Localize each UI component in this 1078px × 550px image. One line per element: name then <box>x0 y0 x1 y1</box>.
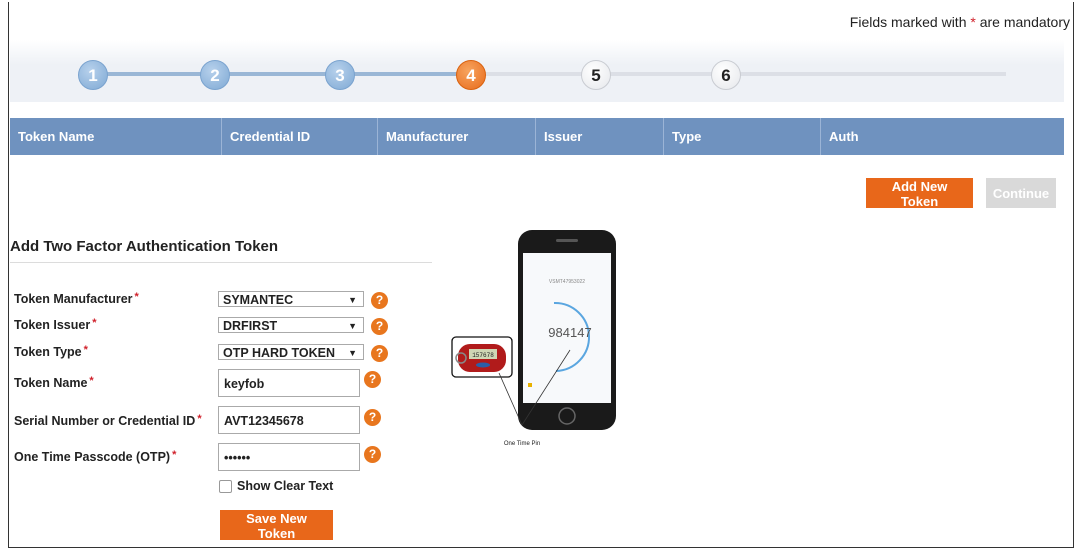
help-icon[interactable]: ? <box>371 345 388 362</box>
token-manufacturer-label-text: Token Manufacturer <box>14 292 133 306</box>
help-icon[interactable]: ? <box>364 409 381 426</box>
wizard-step-5: 5 <box>581 60 611 90</box>
one-time-pin-caption: One Time Pin <box>504 441 540 447</box>
serial-number-label-text: Serial Number or Credential ID <box>14 414 196 428</box>
form-title-divider <box>10 262 432 263</box>
help-icon[interactable]: ? <box>364 446 381 463</box>
dropdown-arrow-icon: ▼ <box>348 295 357 305</box>
show-clear-text-label[interactable]: Show Clear Text <box>237 479 333 493</box>
phone-credential-id: VSMT47953022 <box>549 279 585 285</box>
token-type-select[interactable]: OTP HARD TOKEN ▼ <box>218 344 364 360</box>
column-auth[interactable]: Auth <box>821 118 1064 155</box>
otp-password-input[interactable]: •••••• <box>218 443 360 471</box>
required-marker: * <box>172 449 177 461</box>
wizard-step-1[interactable]: 1 <box>78 60 108 90</box>
token-type-value: OTP HARD TOKEN <box>223 346 336 360</box>
add-new-token-button[interactable]: Add New Token <box>866 178 973 209</box>
wizard-progress-completed <box>80 72 460 76</box>
required-marker: * <box>89 375 94 387</box>
mandatory-note-suffix: are mandatory <box>979 14 1070 30</box>
column-type[interactable]: Type <box>664 118 821 155</box>
continue-button[interactable]: Continue <box>986 178 1056 208</box>
help-icon[interactable]: ? <box>364 371 381 388</box>
keyfob-otp-code: 157678 <box>472 352 494 359</box>
otp-label: One Time Passcode (OTP) * <box>14 449 177 464</box>
token-manufacturer-value: SYMANTEC <box>223 293 294 307</box>
token-type-label-text: Token Type <box>14 345 82 359</box>
column-token-name[interactable]: Token Name <box>10 118 222 155</box>
otp-token-illustration: VSMT47953022 984147 157678 One Time Pin <box>451 230 616 447</box>
mandatory-star: * <box>970 14 976 30</box>
token-manufacturer-label: Token Manufacturer * <box>14 291 139 306</box>
token-name-label: Token Name * <box>14 375 94 390</box>
token-issuer-label: Token Issuer * <box>14 317 97 332</box>
required-marker: * <box>134 291 139 303</box>
token-type-label: Token Type * <box>14 344 88 359</box>
token-issuer-select[interactable]: DRFIRST ▼ <box>218 317 364 333</box>
required-marker: * <box>197 413 202 425</box>
save-new-token-button[interactable]: Save New Token <box>220 510 333 541</box>
column-manufacturer[interactable]: Manufacturer <box>378 118 536 155</box>
phone-otp-code: 984147 <box>548 325 591 340</box>
help-icon[interactable]: ? <box>371 318 388 335</box>
dropdown-arrow-icon: ▼ <box>348 321 357 331</box>
token-name-input[interactable]: keyfob <box>218 369 360 397</box>
help-icon[interactable]: ? <box>371 292 388 309</box>
column-issuer[interactable]: Issuer <box>536 118 664 155</box>
token-manufacturer-select[interactable]: SYMANTEC ▼ <box>218 291 364 307</box>
form-title: Add Two Factor Authentication Token <box>10 238 279 255</box>
token-issuer-value: DRFIRST <box>223 319 278 333</box>
token-issuer-label-text: Token Issuer <box>14 318 91 332</box>
show-clear-text-checkbox[interactable] <box>219 480 232 493</box>
serial-number-label: Serial Number or Credential ID * <box>14 413 202 428</box>
wizard-step-6: 6 <box>711 60 741 90</box>
wizard-step-3[interactable]: 3 <box>325 60 355 90</box>
required-marker: * <box>92 317 97 329</box>
dropdown-arrow-icon: ▼ <box>348 348 357 358</box>
token-name-label-text: Token Name <box>14 376 88 390</box>
column-credential-id[interactable]: Credential ID <box>222 118 378 155</box>
token-grid-header: Token Name Credential ID Manufacturer Is… <box>10 118 1064 155</box>
serial-number-input[interactable]: AVT12345678 <box>218 406 360 434</box>
mandatory-note: Fields marked with * are mandatory <box>850 14 1070 30</box>
mandatory-note-prefix: Fields marked with <box>849 14 967 30</box>
otp-label-text: One Time Passcode (OTP) <box>14 450 171 464</box>
wizard-step-4[interactable]: 4 <box>456 60 486 90</box>
wizard-step-2[interactable]: 2 <box>200 60 230 90</box>
required-marker: * <box>83 344 88 356</box>
wizard-steps-band <box>10 40 1064 102</box>
